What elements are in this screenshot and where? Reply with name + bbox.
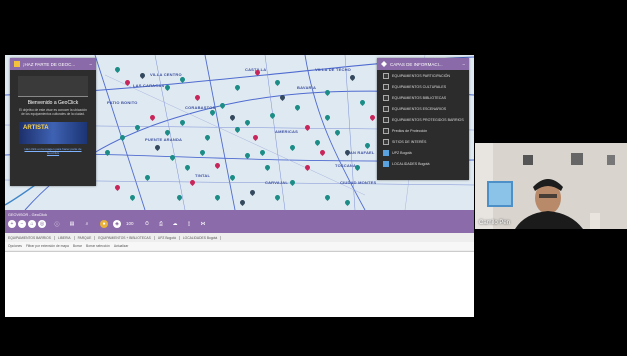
map-label-ciudad-montes: CIUDAD MONTES bbox=[340, 180, 377, 185]
layers-panel: CAPAS DE INFORMACI... – EQUIPAMIENTOS PA… bbox=[377, 58, 469, 180]
geoclick-logo-icon[interactable]: ● bbox=[100, 220, 108, 228]
map-label-carvajal: CARVAJAL bbox=[265, 180, 289, 185]
layer-label: EQUIPAMIENTOS PARTICIPACIÓN bbox=[392, 73, 450, 78]
layer-label: EQUIPAMIENTOS CULTURALES bbox=[392, 84, 447, 89]
bottom-toolbar: GEOVISOR - GeoClick + − ⌂ ◎ ⓘ ▤ ⌕ ● ◈ 10… bbox=[5, 210, 474, 233]
attribute-tabs: EQUIPAMIENTOS BARRIOS LIBERIA PARQUE EQUIPA… bbox=[5, 233, 474, 242]
webcam-tile: Camilo Pen bbox=[475, 143, 627, 229]
map-label-tintal: TINTAL bbox=[195, 173, 211, 178]
layers-panel-title: CAPAS DE INFORMACI... bbox=[390, 61, 443, 67]
map-label-bavaria: BAVARIA bbox=[297, 85, 317, 90]
measure-icon[interactable]: ⏱ bbox=[143, 220, 151, 228]
layers-icon bbox=[381, 61, 387, 67]
print-icon[interactable]: ⎙ bbox=[157, 220, 165, 228]
layer-item[interactable]: EQUIPAMIENTOS CULTURALES bbox=[377, 81, 469, 92]
layer-label: UPZ Bogotá bbox=[392, 150, 412, 155]
zoom-out-icon[interactable]: − bbox=[18, 220, 26, 228]
participant-name: Camilo Pen bbox=[479, 220, 511, 226]
layer-checkbox[interactable] bbox=[383, 160, 389, 167]
map-label-villa-centro: VILLA CENTRO bbox=[150, 72, 182, 77]
map-label-toscana: TOSCANA bbox=[335, 163, 357, 168]
webcam-video bbox=[475, 143, 627, 229]
layer-label: EQUIPAMIENTOS PROTEGIDOS BARRIOS bbox=[392, 117, 464, 122]
layer-item[interactable]: UPZ Bogotá bbox=[377, 147, 469, 158]
welcome-panel-title: ¡HAZ PARTE DE GEOC... bbox=[23, 61, 76, 67]
basemap-icon[interactable]: ☁ bbox=[171, 220, 179, 228]
layer-item[interactable]: EQUIPAMIENTOS PROTEGIDOS BARRIOS bbox=[377, 114, 469, 125]
layers-toggle-icon[interactable]: ◈ bbox=[113, 220, 121, 228]
map-label-patio-bonito: PATIO BONITO bbox=[107, 100, 138, 105]
layer-item[interactable]: SITIOS DE INTERÉS bbox=[377, 136, 469, 147]
layer-item[interactable]: EQUIPAMIENTOS PARTICIPACIÓN bbox=[377, 70, 469, 81]
layer-checkbox[interactable] bbox=[383, 127, 389, 134]
attribute-option[interactable]: Borrar bbox=[73, 244, 82, 248]
attribute-option[interactable]: Borrar selección bbox=[86, 244, 110, 248]
attribute-tab[interactable]: LOCALIDADES Bogotá bbox=[180, 235, 222, 240]
bookmark-icon[interactable]: ▯ bbox=[185, 220, 193, 228]
layer-item[interactable]: LOCALIDADES Bogotá bbox=[377, 158, 469, 169]
welcome-panel: ¡HAZ PARTE DE GEOC... – Bienvenido a Geo… bbox=[10, 58, 96, 186]
welcome-banner-text: ARTISTA bbox=[23, 125, 49, 131]
welcome-image-placeholder bbox=[18, 76, 88, 97]
layer-checkbox[interactable] bbox=[383, 72, 389, 79]
toolbar-title: GEOVISOR - GeoClick bbox=[8, 213, 48, 217]
layers-panel-header[interactable]: CAPAS DE INFORMACI... – bbox=[377, 58, 469, 70]
attribute-table: EQUIPAMIENTOS BARRIOS LIBERIA PARQUE EQUIPA… bbox=[5, 233, 474, 252]
welcome-body-text: El objetivo de este visor es conocer la … bbox=[19, 108, 87, 116]
minimize-icon[interactable]: – bbox=[89, 62, 92, 67]
minimize-icon[interactable]: – bbox=[462, 62, 465, 67]
attribute-tab[interactable]: EQUIPAMIENTOS BARRIOS bbox=[5, 235, 55, 240]
home-icon[interactable]: ⌂ bbox=[28, 220, 36, 228]
map-label-las-caracas: LAS CARACAS bbox=[133, 83, 165, 88]
layer-label: Predios de Protección bbox=[392, 128, 428, 133]
layer-item[interactable]: EQUIPAMIENTOS BIBLIOTECAS bbox=[377, 92, 469, 103]
layer-list: EQUIPAMIENTOS PARTICIPACIÓN EQUIPAMIENTOS… bbox=[377, 70, 469, 180]
layer-label: SITIOS DE INTERÉS bbox=[392, 139, 427, 144]
map-label-san-rafael: SAN RAFAEL bbox=[347, 150, 375, 155]
welcome-panel-body: Bienvenido a GeoClick El objetivo de est… bbox=[10, 70, 96, 186]
layer-item[interactable]: Predios de Protección bbox=[377, 125, 469, 136]
map-label-americas: AMERICAS bbox=[275, 129, 298, 134]
attribute-tab[interactable]: PARQUE bbox=[75, 235, 96, 240]
layer-item[interactable]: EQUIPAMIENTOS ESCENARIOS bbox=[377, 103, 469, 114]
layer-checkbox[interactable] bbox=[383, 149, 389, 156]
layer-checkbox[interactable] bbox=[383, 83, 389, 90]
zoom-level: 100 bbox=[126, 221, 134, 226]
zoom-in-icon[interactable]: + bbox=[8, 220, 16, 228]
layer-label: LOCALIDADES Bogotá bbox=[392, 161, 430, 166]
layer-label: EQUIPAMIENTOS ESCENARIOS bbox=[392, 106, 447, 111]
logo-icon bbox=[14, 61, 20, 67]
share-icon[interactable]: ⋈ bbox=[199, 220, 207, 228]
layer-checkbox[interactable] bbox=[383, 105, 389, 112]
layer-checkbox[interactable] bbox=[383, 138, 389, 145]
welcome-banner[interactable]: ARTISTA bbox=[19, 122, 87, 144]
attribute-option[interactable]: Opciones bbox=[8, 244, 22, 248]
layer-checkbox[interactable] bbox=[383, 116, 389, 123]
locate-icon[interactable]: ◎ bbox=[38, 220, 46, 228]
attribute-tab[interactable]: LIBERIA bbox=[55, 235, 75, 240]
map-label-puente-aranda: PUENTE ARANDA bbox=[145, 137, 183, 142]
welcome-panel-header[interactable]: ¡HAZ PARTE DE GEOC... – bbox=[10, 58, 96, 70]
map-canvas[interactable]: CASTILLA VILLA CENTRO PUENTE ARANDA BAVA… bbox=[5, 55, 474, 210]
shared-screen: CASTILLA VILLA CENTRO PUENTE ARANDA BAVA… bbox=[5, 55, 474, 317]
search-icon[interactable]: ⌕ bbox=[83, 220, 91, 228]
attribute-tab[interactable]: UPZ Bogotá bbox=[155, 235, 180, 240]
layer-label: EQUIPAMIENTOS BIBLIOTECAS bbox=[392, 95, 447, 100]
attribute-option[interactable]: Filtrar por extensión de mapa bbox=[26, 244, 69, 248]
attribute-tab[interactable]: EQUIPAMIENTOS + BIBLIOTECAS bbox=[95, 235, 155, 240]
attribute-options: Opciones Filtrar por extensión de mapa Bor… bbox=[5, 242, 474, 250]
map-label-villa-de-techo: VILLA DE TECHO bbox=[315, 67, 351, 72]
attribute-option[interactable]: Actualizar bbox=[114, 244, 128, 248]
layer-checkbox[interactable] bbox=[383, 94, 389, 101]
legend-icon[interactable]: ▤ bbox=[68, 220, 76, 228]
welcome-link[interactable]: Haz click en la imagen para hacer parte … bbox=[10, 144, 96, 158]
info-icon[interactable]: ⓘ bbox=[53, 220, 61, 228]
